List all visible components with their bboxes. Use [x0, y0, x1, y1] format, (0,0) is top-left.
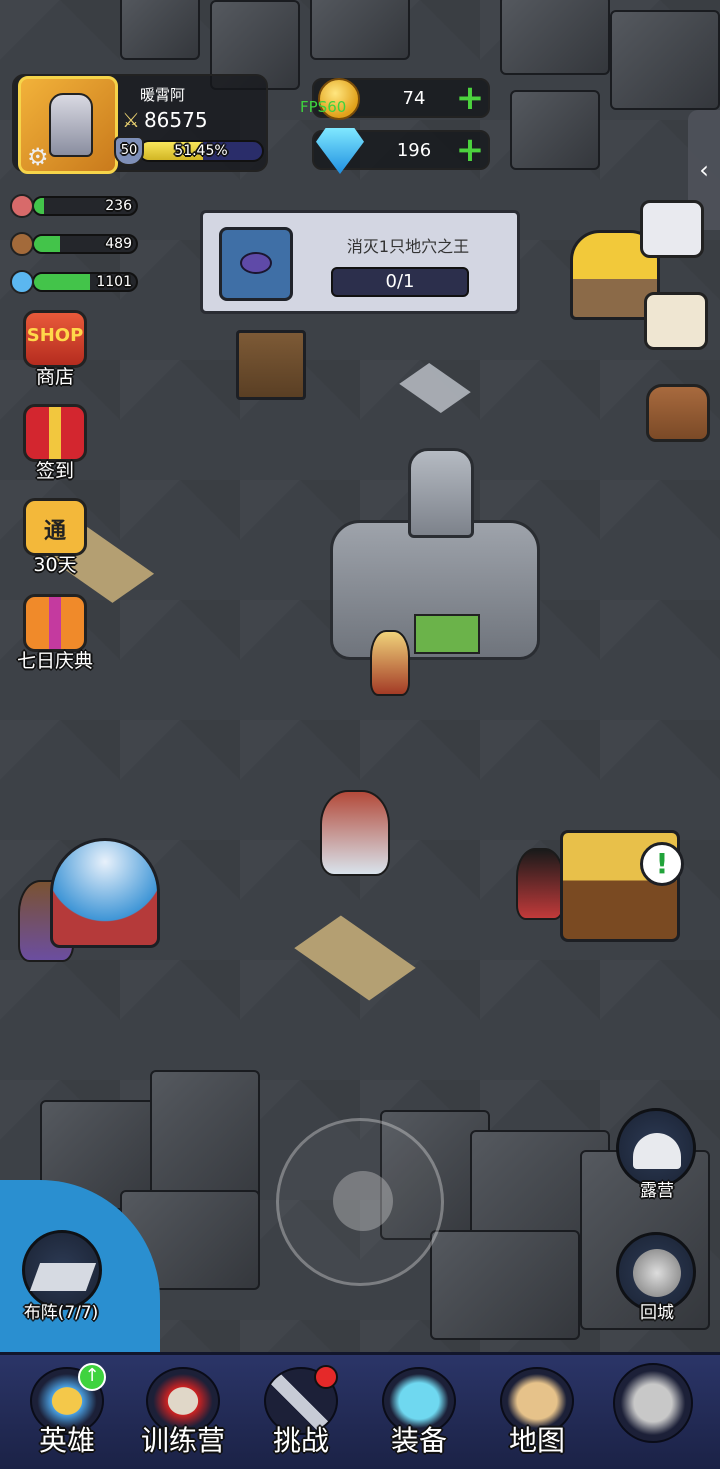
rock — [430, 1230, 580, 1340]
shop-label: 商店 — [35, 366, 74, 388]
nav-label: 英雄 — [38, 1424, 95, 1457]
xp-percent: 51.45% — [174, 143, 228, 159]
diamond-value: 196 — [396, 140, 432, 161]
rock — [120, 0, 200, 60]
sand-tile — [294, 915, 416, 1001]
add-diamond-button[interactable]: + — [454, 133, 486, 167]
gold-value: 74 — [402, 88, 426, 109]
fps-counter: FPS60 — [300, 98, 347, 116]
statue-sign[interactable] — [414, 614, 480, 654]
gift-icon — [23, 404, 87, 462]
rock — [310, 0, 410, 60]
resource-value: 236 — [105, 198, 132, 214]
formation-icon — [29, 1263, 97, 1291]
rock — [510, 90, 600, 170]
nav-locked[interactable] — [598, 1361, 708, 1469]
meat-icon — [10, 194, 34, 218]
upgrade-badge: ↑ — [78, 1363, 106, 1391]
diamond-icon — [316, 128, 364, 174]
avatar-portrait — [49, 93, 93, 157]
shop-icon: SHOP — [23, 310, 87, 368]
resource-value: 1101 — [96, 274, 132, 290]
mail-icon[interactable] — [644, 292, 708, 350]
combat-power: ⚔ 86575 — [122, 108, 208, 132]
notification-dot — [314, 1365, 338, 1389]
celebration-label: 七日庆典 — [16, 650, 93, 672]
nav-label: 挑战 — [272, 1424, 329, 1457]
resource-wood[interactable]: 489 — [10, 232, 138, 256]
celebration-button[interactable]: 七日庆典 — [10, 594, 100, 673]
add-gold-button[interactable]: + — [454, 81, 486, 115]
nav-map[interactable]: 地图 — [482, 1361, 592, 1469]
portal-icon — [633, 1249, 681, 1297]
lock-icon — [613, 1363, 693, 1443]
level-badge: 50 — [114, 136, 144, 166]
nav-label: 装备 — [390, 1424, 447, 1457]
nav-label: 训练营 — [140, 1424, 225, 1457]
quest-title: 消灭1只地穴之王 — [346, 237, 470, 256]
rock — [610, 10, 720, 110]
wood-icon — [10, 232, 34, 256]
pass-icon-text: 通 — [43, 519, 66, 544]
nav-heroes[interactable]: ↑ 英雄 — [12, 1361, 122, 1469]
nav-training[interactable]: 训练营 — [128, 1361, 238, 1469]
pass-button[interactable]: 通 30天 — [10, 498, 100, 577]
checkin-label: 签到 — [35, 460, 74, 482]
merchant-npc[interactable] — [516, 848, 564, 920]
resource-meat[interactable]: 236 — [10, 194, 138, 218]
combat-power-value: 86575 — [143, 108, 208, 132]
gear-icon[interactable]: ⚙ — [27, 143, 49, 171]
formation-label: 布阵(7/7) — [23, 1303, 99, 1323]
diamond-counter: 196 + — [312, 128, 490, 174]
player-character — [370, 630, 410, 696]
hero-statue[interactable] — [408, 448, 474, 538]
crystal-icon — [10, 270, 34, 294]
gift-box-icon — [23, 594, 87, 652]
archer-on-cat[interactable] — [320, 790, 390, 876]
player-profile[interactable]: ⚙ 暖霄阿 ⚔ 86575 51.45% 50 — [12, 74, 268, 174]
hero-tent[interactable] — [50, 838, 160, 948]
stone-tile — [399, 362, 471, 414]
backpack-icon[interactable] — [646, 384, 710, 442]
player-name: 暖霄阿 — [140, 86, 186, 104]
swords-icon: ⚔ — [122, 108, 140, 132]
notice-board[interactable] — [236, 330, 306, 400]
rock — [500, 0, 610, 75]
tent-icon — [633, 1133, 681, 1169]
pass-label: 30天 — [33, 554, 77, 576]
quest-panel[interactable]: 消灭1只地穴之王 0/1 — [200, 210, 520, 314]
quest-progress: 0/1 — [331, 267, 469, 297]
exclamation-icon: ! — [640, 842, 684, 886]
shop-button[interactable]: SHOP 商店 — [10, 310, 100, 389]
bottom-nav: ↑ 英雄 训练营 挑战 装备 地图 — [0, 1352, 720, 1469]
camp-label: 露营 — [640, 1181, 674, 1201]
spider-icon — [240, 252, 272, 274]
avatar[interactable]: ⚙ — [18, 76, 118, 174]
quest-icon — [219, 227, 293, 301]
nav-equipment[interactable]: 装备 — [364, 1361, 474, 1469]
pass-icon: 通 — [23, 498, 87, 556]
resource-crystal[interactable]: 1101 — [10, 270, 138, 294]
xp-bar: 51.45% — [138, 140, 264, 162]
nav-challenge[interactable]: 挑战 — [246, 1361, 356, 1469]
virtual-joystick[interactable] — [276, 1118, 444, 1286]
checkin-button[interactable]: 签到 — [10, 404, 100, 483]
return-town-label: 回城 — [640, 1303, 674, 1323]
joystick-knob[interactable] — [333, 1171, 393, 1231]
resource-value: 489 — [105, 236, 132, 252]
notice-checkmark-icon[interactable] — [640, 200, 704, 258]
shop-icon-text: SHOP — [26, 325, 84, 346]
nav-label: 地图 — [508, 1424, 565, 1457]
